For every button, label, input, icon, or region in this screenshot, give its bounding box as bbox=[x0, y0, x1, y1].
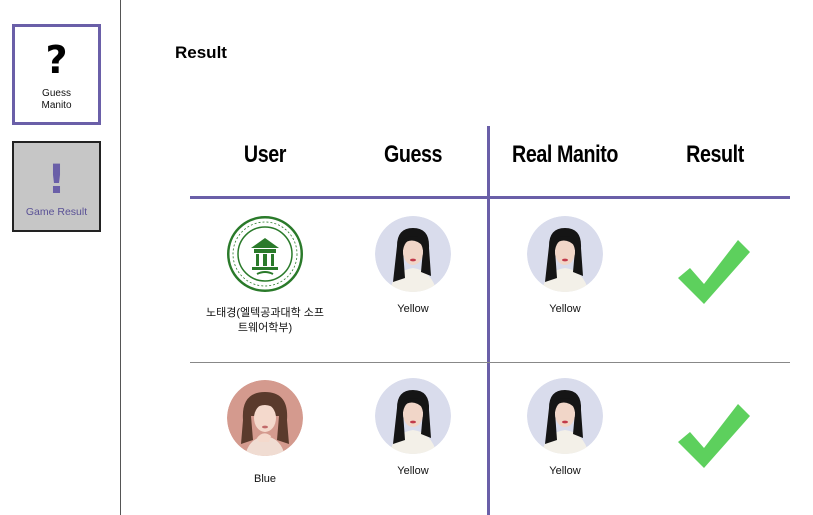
table-row-1-real-manito: Yellow bbox=[490, 216, 640, 317]
real-manito-name: Yellow bbox=[549, 303, 581, 315]
sidebar: ? Guess Manito ! Game Result bbox=[0, 0, 121, 515]
guess-manito-button[interactable]: ? Guess Manito bbox=[12, 24, 101, 125]
guess-avatar bbox=[375, 378, 451, 454]
table-row-2-real-manito: Yellow bbox=[490, 378, 640, 479]
real-manito-avatar bbox=[527, 378, 603, 454]
question-mark-icon: ? bbox=[45, 38, 68, 82]
column-header-guess: Guess bbox=[383, 141, 443, 168]
real-manito-name: Yellow bbox=[549, 465, 581, 477]
row-divider bbox=[190, 362, 790, 363]
check-icon bbox=[678, 404, 750, 468]
table-row-1-guess: Yellow bbox=[338, 216, 488, 317]
table-row-2-user: Blue bbox=[190, 380, 340, 487]
user-name: 노태경(엘텍공과대학 소프트웨어학부) bbox=[205, 307, 325, 334]
column-header-result: Result bbox=[686, 141, 744, 168]
table-row-1-user: 노태경(엘텍공과대학 소프트웨어학부) bbox=[190, 216, 340, 336]
check-icon bbox=[678, 240, 750, 304]
game-result-button[interactable]: ! Game Result bbox=[12, 141, 101, 232]
guess-name: Yellow bbox=[397, 303, 429, 315]
real-manito-avatar bbox=[527, 216, 603, 292]
university-seal-icon bbox=[227, 216, 303, 292]
user-avatar bbox=[227, 380, 303, 456]
column-header-user: User bbox=[243, 141, 287, 168]
table-row-2-guess: Yellow bbox=[338, 378, 488, 479]
page-title: Result bbox=[175, 43, 227, 62]
guess-manito-label: Guess Manito bbox=[41, 88, 72, 111]
guess-avatar bbox=[375, 216, 451, 292]
column-header-real-manito: Real Manito bbox=[512, 141, 618, 168]
game-result-label: Game Result bbox=[25, 206, 88, 218]
exclamation-icon: ! bbox=[47, 157, 66, 203]
user-name: Blue bbox=[253, 473, 277, 485]
header-divider bbox=[190, 196, 790, 199]
guess-name: Yellow bbox=[397, 465, 429, 477]
